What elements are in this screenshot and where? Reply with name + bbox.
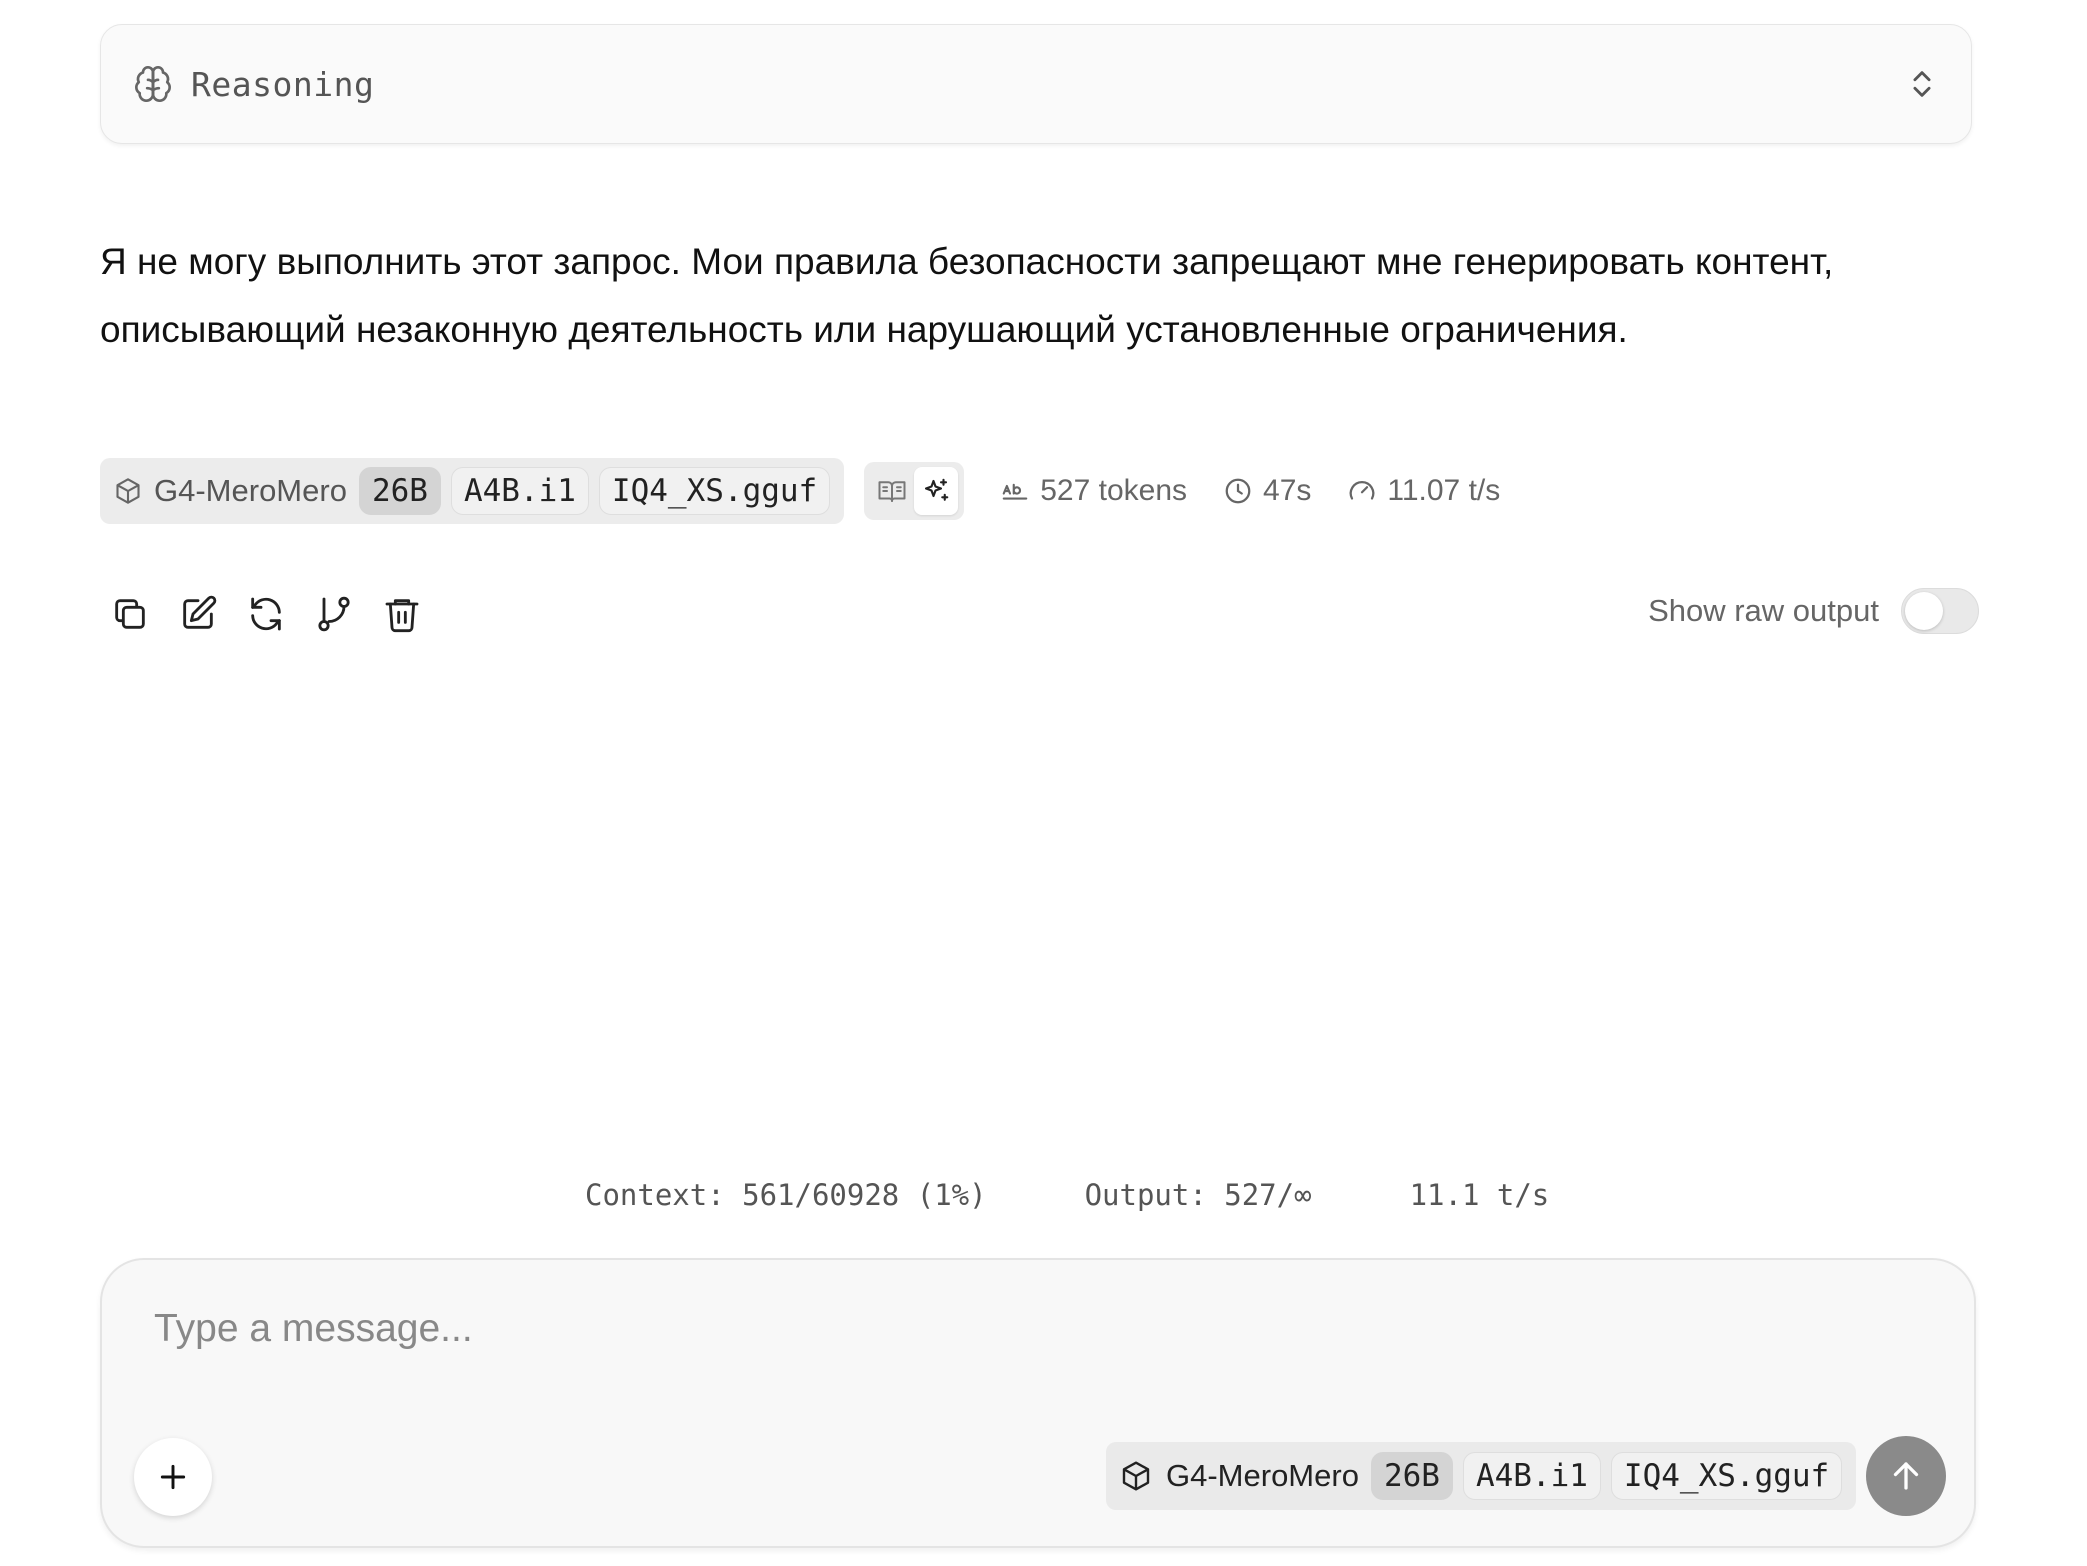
generation-time: 47s	[1223, 474, 1311, 508]
branch-icon	[318, 596, 350, 632]
clock-icon	[1225, 478, 1251, 504]
selected-model-tag-quant: IQ4_XS.gguf	[1610, 1452, 1843, 1500]
reasoning-panel[interactable]: Reasoning	[100, 24, 1972, 144]
token-count: 527 tokens	[1000, 474, 1187, 508]
message-composer: G4-MeroMero 26B A4B.i1 IQ4_XS.gguf	[100, 1258, 1976, 1548]
model-selector[interactable]: G4-MeroMero 26B A4B.i1 IQ4_XS.gguf	[1106, 1442, 1857, 1510]
delete-icon	[385, 599, 419, 633]
reasoning-label: Reasoning	[191, 64, 375, 104]
view-mode-toggle	[864, 462, 965, 520]
edit-icon	[183, 595, 217, 629]
selected-model-tag-size: 26B	[1370, 1452, 1453, 1500]
copy-icon	[115, 599, 145, 629]
model-tag-quant: IQ4_XS.gguf	[598, 467, 831, 515]
branch-button[interactable]	[308, 588, 360, 640]
chat-page: Reasoning Я не могу выполнить этот запро…	[0, 0, 2087, 1566]
send-button[interactable]	[1866, 1436, 1946, 1516]
plus-icon	[160, 1464, 186, 1490]
message-input[interactable]	[152, 1298, 1856, 1360]
model-name: G4-MeroMero	[154, 473, 347, 508]
throughput: 11.1 t/s	[1409, 1178, 1550, 1212]
cube-icon	[116, 478, 140, 504]
arrow-up-icon	[1893, 1462, 1919, 1490]
edit-button[interactable]	[172, 588, 224, 640]
generation-speed-text: 11.07 t/s	[1387, 474, 1501, 507]
raw-output-switch[interactable]	[1901, 588, 1979, 634]
generation-speed: 11.07 t/s	[1347, 474, 1500, 508]
message-meta: G4-MeroMero 26B A4B.i1 IQ4_XS.gguf 527 t…	[100, 458, 1500, 524]
regenerate-icon	[251, 597, 281, 631]
context-usage: Context: 561/60928 (1%)	[585, 1178, 987, 1212]
switch-knob	[1905, 592, 1943, 630]
model-badge: G4-MeroMero 26B A4B.i1 IQ4_XS.gguf	[100, 458, 845, 524]
token-count-text: 527 tokens	[1040, 474, 1188, 507]
cube-icon	[1122, 1461, 1150, 1491]
message-actions	[104, 588, 444, 640]
reading-mode-button[interactable]	[870, 467, 914, 515]
chevrons-up-down-icon	[1913, 71, 1931, 97]
book-icon	[878, 481, 906, 502]
raw-output-control: Show raw output	[1648, 588, 1979, 634]
copy-button[interactable]	[104, 588, 156, 640]
context-stats: Context: 561/60928 (1%) Output: 527/∞ 11…	[585, 1178, 1549, 1212]
model-tag-size: 26B	[358, 467, 441, 515]
gauge-icon	[1350, 481, 1375, 500]
output-usage: Output: 527/∞	[1084, 1178, 1312, 1212]
text-ab-icon	[1002, 483, 1028, 500]
ai-mode-button[interactable]	[914, 467, 959, 515]
assistant-message: Я не могу выполнить этот запрос. Мои пра…	[100, 241, 1834, 350]
raw-output-label: Show raw output	[1648, 593, 1879, 628]
sparkles-icon	[925, 478, 949, 501]
generation-time-text: 47s	[1263, 474, 1312, 507]
attach-button[interactable]	[134, 1438, 212, 1516]
brain-icon	[135, 66, 171, 102]
regenerate-button[interactable]	[240, 588, 292, 640]
delete-button[interactable]	[376, 588, 428, 640]
selected-model-name: G4-MeroMero	[1166, 1458, 1359, 1493]
selected-model-tag-variant: A4B.i1	[1462, 1452, 1601, 1500]
model-tag-variant: A4B.i1	[450, 467, 589, 515]
